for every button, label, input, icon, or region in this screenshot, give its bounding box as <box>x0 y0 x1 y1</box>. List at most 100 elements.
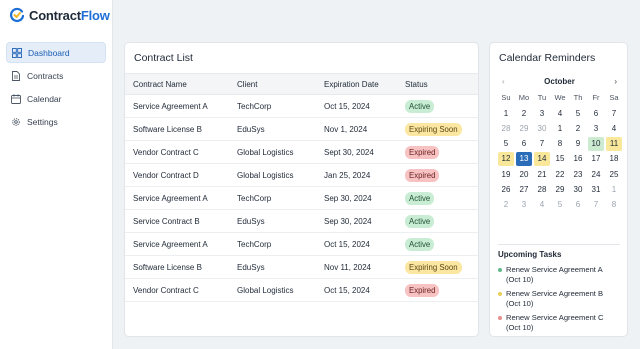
status-cell: Active <box>405 187 435 209</box>
calendar-day[interactable]: 2 <box>570 122 586 136</box>
table-row[interactable]: Software License B EduSys Nov 1, 2024 Expir… <box>125 118 478 141</box>
task-item[interactable]: Renew Service Agreement C (Oct 10) <box>498 313 624 333</box>
calendar-day[interactable]: 2 <box>516 107 532 121</box>
sidebar-item-label: Calendar <box>27 94 62 105</box>
calendar-day[interactable]: 3 <box>534 107 550 121</box>
calendar-day[interactable]: 2 <box>498 198 514 212</box>
client-cell: TechCorp <box>237 101 272 111</box>
status-badge: Expired <box>405 168 440 182</box>
calendar-day[interactable]: 26 <box>498 183 514 197</box>
calendar-day[interactable]: 13 <box>516 152 532 167</box>
calendar-day[interactable]: 3 <box>588 122 604 136</box>
contract-name-cell: Service Agreement A <box>133 239 208 249</box>
calendar-day[interactable]: 22 <box>552 168 568 182</box>
calendar-day[interactable]: 16 <box>570 152 586 166</box>
table-row[interactable]: Vendor Contract C Global Logistics Sept 30… <box>125 141 478 164</box>
table-row[interactable]: Vendor Contract C Global Logistics Oct 15,… <box>125 279 478 302</box>
sidebar: ContractFlow Dashboard Contracts Calenda… <box>0 0 113 349</box>
calendar-day[interactable]: 7 <box>606 107 622 121</box>
calendar-day[interactable]: 3 <box>516 198 532 212</box>
sidebar-item-contracts[interactable]: Contracts <box>6 65 106 86</box>
task-item[interactable]: Renew Service Agreement A (Oct 10) <box>498 265 624 285</box>
calendar-day[interactable]: 6 <box>588 107 604 121</box>
column-header-status[interactable]: Status <box>405 74 428 94</box>
sidebar-item-settings[interactable]: Settings <box>6 112 106 133</box>
column-header-client[interactable]: Client <box>237 74 257 94</box>
calendar-day[interactable]: 23 <box>570 168 586 182</box>
calendar-day[interactable]: 20 <box>516 168 532 182</box>
calendar-day[interactable]: 5 <box>552 198 568 212</box>
table-row[interactable]: Service Contract B EduSys Sep 30, 2024 Acti… <box>125 210 478 233</box>
calendar-day[interactable]: 28 <box>534 183 550 197</box>
task-item[interactable]: Renew Service Agreement B (Oct 10) <box>498 289 624 309</box>
column-header-expiration-date[interactable]: Expiration Date <box>324 74 379 94</box>
calendar-day[interactable]: 27 <box>516 183 532 197</box>
calendar-day[interactable]: 1 <box>498 107 514 121</box>
sidebar-item-calendar[interactable]: Calendar <box>6 89 106 110</box>
table-row[interactable]: Software License B EduSys Nov 11, 2024 Expi… <box>125 256 478 279</box>
table-row[interactable]: Vendor Contract D Global Logistics Jan 25,… <box>125 164 478 187</box>
task-title: Renew Service Agreement C <box>506 313 604 322</box>
status-cell: Active <box>405 95 435 117</box>
calendar-day[interactable]: 9 <box>570 137 586 151</box>
calendar-day[interactable]: 4 <box>606 122 622 136</box>
calendar-day[interactable]: 30 <box>534 122 550 136</box>
status-dot-icon <box>498 292 502 296</box>
calendar-day[interactable]: 1 <box>606 183 622 197</box>
calendar-day[interactable]: 30 <box>570 183 586 197</box>
calendar-day[interactable]: 6 <box>570 198 586 212</box>
contract-name-cell: Vendor Contract D <box>133 170 199 180</box>
expiration-date-cell: Sept 30, 2024 <box>324 147 374 157</box>
app-logo[interactable]: ContractFlow <box>9 7 110 23</box>
calendar-day[interactable]: 24 <box>588 168 604 182</box>
calendar-day[interactable]: 18 <box>606 152 622 166</box>
calendar-day[interactable]: 21 <box>534 168 550 182</box>
table-row[interactable]: Service Agreement A TechCorp Oct 15, 2024 A… <box>125 233 478 256</box>
calendar-day[interactable]: 4 <box>552 107 568 121</box>
calendar-day[interactable]: 15 <box>552 152 568 166</box>
calendar-day[interactable]: 7 <box>588 198 604 212</box>
task-title: Renew Service Agreement B <box>506 289 604 298</box>
calendar-day[interactable]: 11 <box>606 137 622 152</box>
status-badge: Active <box>405 237 435 251</box>
calendar-day[interactable]: 7 <box>534 137 550 151</box>
weekday-label: Tu <box>537 93 547 102</box>
expiration-date-cell: Jan 25, 2024 <box>324 170 371 180</box>
calendar-day[interactable]: 5 <box>498 137 514 151</box>
calendar-day[interactable]: 31 <box>588 183 604 197</box>
calendar-day[interactable]: 12 <box>498 152 514 167</box>
calendar-day[interactable]: 25 <box>606 168 622 182</box>
chevron-right-icon[interactable]: › <box>614 77 617 86</box>
app-name: ContractFlow <box>29 7 110 23</box>
calendar-icon <box>11 94 21 105</box>
calendar-day[interactable]: 29 <box>552 183 568 197</box>
calendar-day[interactable]: 1 <box>552 122 568 136</box>
calendar-day[interactable]: 8 <box>552 137 568 151</box>
calendar-day[interactable]: 28 <box>498 122 514 136</box>
calendar-day[interactable]: 17 <box>588 152 604 166</box>
sidebar-item-dashboard[interactable]: Dashboard <box>6 42 106 63</box>
column-header-contract-name[interactable]: Contract Name <box>133 74 187 94</box>
client-cell: TechCorp <box>237 193 272 203</box>
calendar-day[interactable]: 10 <box>588 137 604 152</box>
table-row[interactable]: Service Agreement A TechCorp Oct 15, 2024 A… <box>125 95 478 118</box>
calendar-day[interactable]: 29 <box>516 122 532 136</box>
calendar-day[interactable]: 5 <box>570 107 586 121</box>
client-cell: TechCorp <box>237 239 272 249</box>
calendar-week: 26 27 28 29 30 31 1 <box>497 182 623 197</box>
client-cell: EduSys <box>237 216 265 226</box>
status-cell: Expired <box>405 164 440 186</box>
table-row[interactable]: Service Agreement A TechCorp Sep 30, 2024 A… <box>125 187 478 210</box>
calendar-day[interactable]: 6 <box>516 137 532 151</box>
calendar-day[interactable]: 14 <box>534 152 550 167</box>
sidebar-item-label: Settings <box>27 117 58 128</box>
calendar-week: 28 29 30 1 2 3 4 <box>497 121 623 136</box>
expiration-date-cell: Nov 11, 2024 <box>324 262 371 272</box>
client-cell: EduSys <box>237 262 265 272</box>
calendar-day[interactable]: 8 <box>606 198 622 212</box>
calendar-day[interactable]: 19 <box>498 168 514 182</box>
task-date: (Oct 10) <box>506 323 534 332</box>
weekday-label: Th <box>573 93 583 102</box>
calendar-day[interactable]: 4 <box>534 198 550 212</box>
table-body: Service Agreement A TechCorp Oct 15, 2024 A… <box>125 95 478 302</box>
